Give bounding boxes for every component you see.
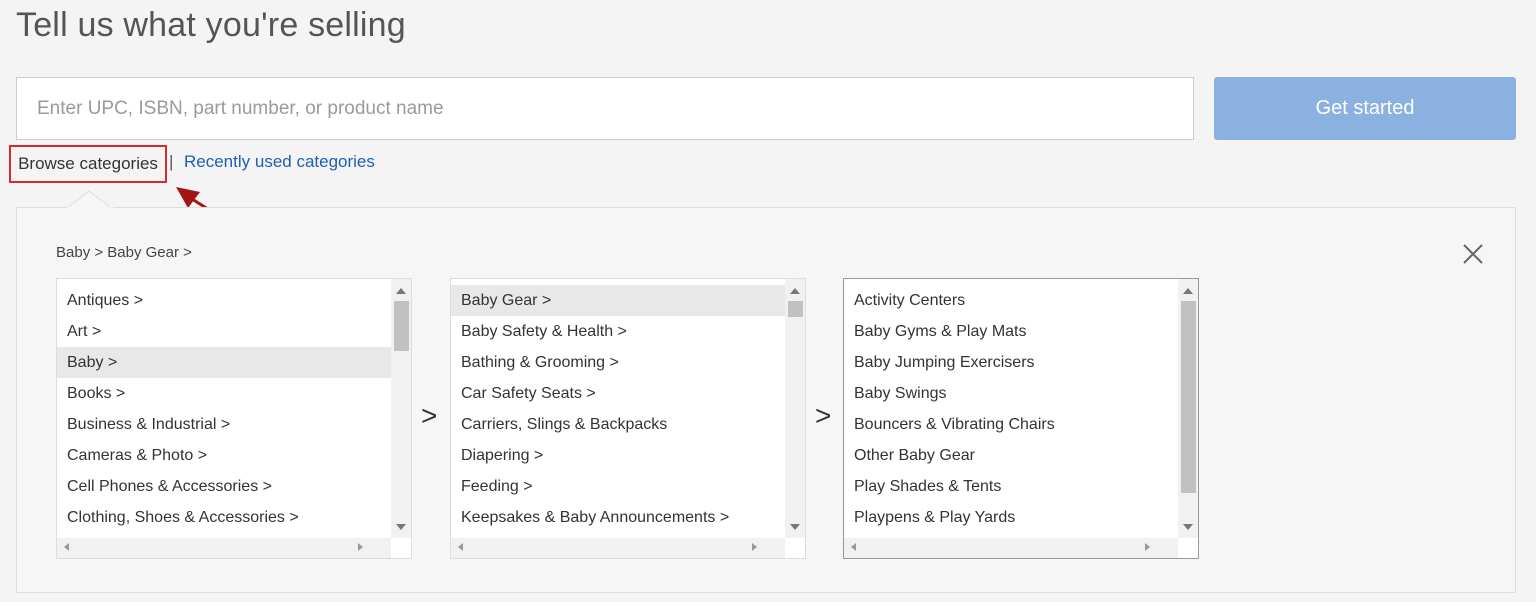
scrollbar-thumb[interactable] — [1181, 301, 1196, 493]
scrollbar-thumb[interactable] — [788, 301, 803, 317]
column-separator-chevron: > — [421, 400, 438, 431]
scroll-left-arrow-icon[interactable] — [64, 543, 69, 551]
link-separator: | — [169, 152, 174, 171]
category-list-level-1[interactable]: Antiques > Art > Baby > Books > Business… — [56, 278, 412, 559]
scroll-right-arrow-icon[interactable] — [358, 543, 363, 551]
category-list-items: Activity Centers Baby Gyms & Play Mats B… — [844, 285, 1178, 533]
category-item[interactable]: Baby Jumping Exercisers — [844, 347, 1178, 378]
get-started-button[interactable]: Get started — [1214, 77, 1516, 140]
scroll-up-arrow-icon[interactable] — [790, 288, 800, 294]
page-title: Tell us what you're selling — [16, 6, 406, 44]
scroll-down-arrow-icon[interactable] — [1183, 524, 1193, 530]
category-item[interactable]: Art > — [57, 316, 391, 347]
close-icon[interactable] — [1462, 243, 1484, 265]
column-separator-chevron: > — [815, 400, 832, 431]
scroll-down-arrow-icon[interactable] — [790, 524, 800, 530]
category-item[interactable]: Activity Centers — [844, 285, 1178, 316]
category-breadcrumb: Baby > Baby Gear > — [56, 244, 192, 261]
category-item[interactable]: Carriers, Slings & Backpacks — [451, 409, 785, 440]
vertical-scrollbar[interactable] — [1178, 279, 1198, 538]
category-list-level-2[interactable]: Baby Gear > Baby Safety & Health > Bathi… — [450, 278, 806, 559]
vertical-scrollbar[interactable] — [785, 279, 805, 538]
category-item[interactable]: Car Safety Seats > — [451, 378, 785, 409]
category-item[interactable]: Bouncers & Vibrating Chairs — [844, 409, 1178, 440]
category-item[interactable]: Baby Gyms & Play Mats — [844, 316, 1178, 347]
scrollbar-corner — [785, 538, 805, 558]
panel-pointer — [67, 190, 113, 210]
category-list-level-3[interactable]: Activity Centers Baby Gyms & Play Mats B… — [843, 278, 1199, 559]
scroll-left-arrow-icon[interactable] — [458, 543, 463, 551]
category-item[interactable]: Clothing, Shoes & Accessories > — [57, 502, 391, 533]
scrollbar-thumb[interactable] — [394, 301, 409, 351]
scroll-down-arrow-icon[interactable] — [396, 524, 406, 530]
scroll-up-arrow-icon[interactable] — [1183, 288, 1193, 294]
horizontal-scrollbar[interactable] — [844, 538, 1178, 558]
category-item[interactable]: Books > — [57, 378, 391, 409]
category-item[interactable]: Business & Industrial > — [57, 409, 391, 440]
scrollbar-corner — [391, 538, 411, 558]
scroll-right-arrow-icon[interactable] — [752, 543, 757, 551]
scrollbar-corner — [1178, 538, 1198, 558]
category-list-items: Antiques > Art > Baby > Books > Business… — [57, 285, 391, 533]
category-item[interactable]: Diapering > — [451, 440, 785, 471]
horizontal-scrollbar[interactable] — [57, 538, 391, 558]
category-item[interactable]: Play Shades & Tents — [844, 471, 1178, 502]
search-input[interactable] — [16, 77, 1194, 140]
scroll-up-arrow-icon[interactable] — [396, 288, 406, 294]
vertical-scrollbar[interactable] — [391, 279, 411, 538]
category-item[interactable]: Playpens & Play Yards — [844, 502, 1178, 533]
category-list-items: Baby Gear > Baby Safety & Health > Bathi… — [451, 285, 785, 533]
category-item[interactable]: Feeding > — [451, 471, 785, 502]
category-item[interactable]: Baby Swings — [844, 378, 1178, 409]
category-item[interactable]: Other Baby Gear — [844, 440, 1178, 471]
category-item[interactable]: Baby Safety & Health > — [451, 316, 785, 347]
category-item-selected[interactable]: Baby > — [57, 347, 391, 378]
scroll-left-arrow-icon[interactable] — [851, 543, 856, 551]
category-item[interactable]: Bathing & Grooming > — [451, 347, 785, 378]
recently-used-categories-link[interactable]: Recently used categories — [184, 152, 375, 172]
category-item[interactable]: Cameras & Photo > — [57, 440, 391, 471]
horizontal-scrollbar[interactable] — [451, 538, 785, 558]
category-item[interactable]: Keepsakes & Baby Announcements > — [451, 502, 785, 533]
category-item-selected[interactable]: Baby Gear > — [451, 285, 785, 316]
browse-categories-link[interactable]: Browse categories — [9, 145, 167, 183]
category-item[interactable]: Cell Phones & Accessories > — [57, 471, 391, 502]
scroll-right-arrow-icon[interactable] — [1145, 543, 1150, 551]
category-item[interactable]: Antiques > — [57, 285, 391, 316]
